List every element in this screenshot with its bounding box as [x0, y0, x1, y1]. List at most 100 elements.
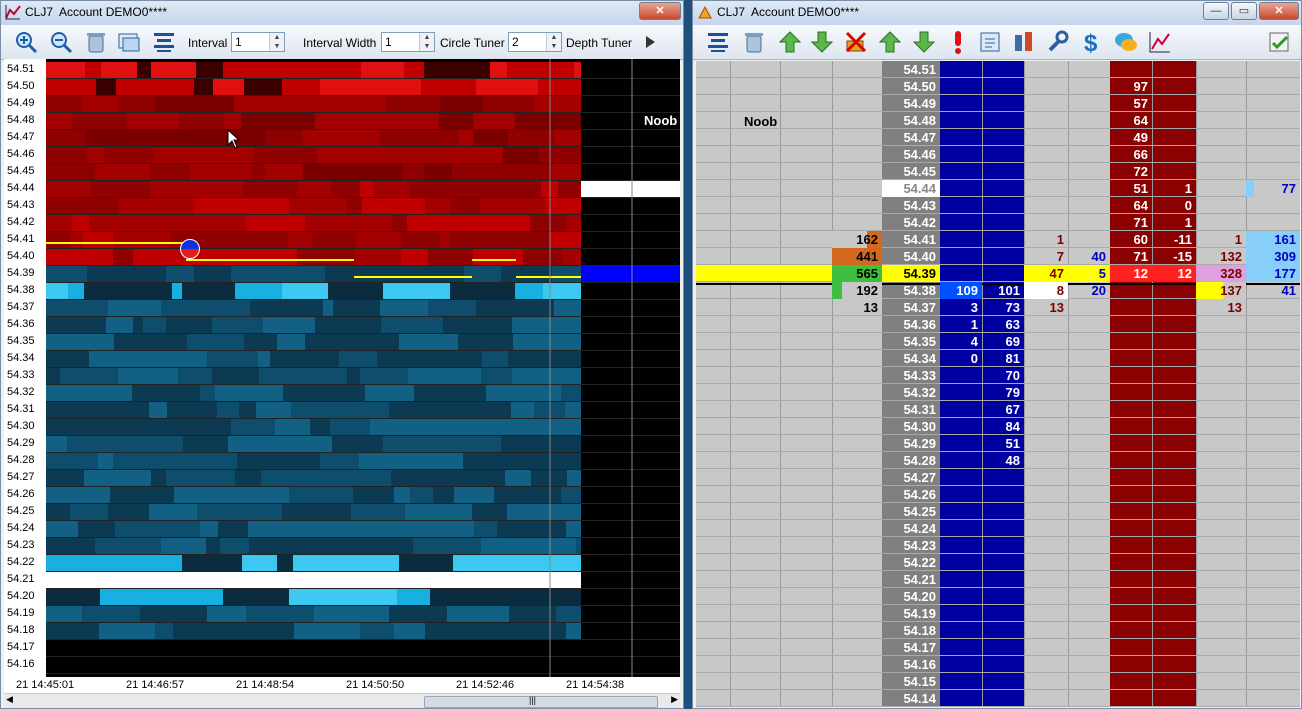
- ladder-bid-cell[interactable]: 51: [982, 435, 1024, 452]
- price-cell[interactable]: 54.25: [882, 503, 940, 520]
- scrollbar-thumb[interactable]: |||: [424, 695, 658, 708]
- ladder-vol-cell[interactable]: 192: [832, 282, 882, 299]
- ladder-bid-delta-cell[interactable]: 0: [940, 350, 982, 367]
- ladder-far-right-cell[interactable]: 77: [1246, 180, 1300, 197]
- ladder-ask-cell[interactable]: 97: [1110, 78, 1152, 95]
- price-cell[interactable]: 54.44: [882, 180, 940, 197]
- ladder-vol-cell[interactable]: 565: [832, 265, 882, 282]
- ladder-ask-cell[interactable]: 71: [1110, 214, 1152, 231]
- price-cell[interactable]: 54.33: [882, 367, 940, 384]
- price-cell[interactable]: 54.19: [882, 605, 940, 622]
- ladder-bid-delta-cell[interactable]: 1: [940, 316, 982, 333]
- price-cell[interactable]: 54.30: [882, 418, 940, 435]
- ladder-ask-delta-cell[interactable]: -11: [1152, 231, 1196, 248]
- align-center-icon[interactable]: [151, 29, 177, 55]
- price-cell[interactable]: 54.18: [882, 622, 940, 639]
- ladder-ask-delta-cell[interactable]: 0: [1152, 197, 1196, 214]
- depth-heatmap-chart[interactable]: 54.51 54.50 54.49 54.48 54.47 54.46 54.45 54.44…: [4, 59, 680, 677]
- ladder-bid-delta-cell[interactable]: 109: [940, 282, 982, 299]
- ladder-far-right-cell[interactable]: 161: [1246, 231, 1300, 248]
- price-cell[interactable]: 54.51: [882, 61, 940, 78]
- price-cell[interactable]: 54.45: [882, 163, 940, 180]
- ladder-ask-cell[interactable]: 51: [1110, 180, 1152, 197]
- ladder-buy-cell[interactable]: 20: [1068, 282, 1110, 299]
- ladder-bid-cell[interactable]: 70: [982, 367, 1024, 384]
- ladder-ask-cell[interactable]: 12: [1110, 265, 1152, 282]
- ladder-sell-cell[interactable]: 8: [1024, 282, 1068, 299]
- price-cell[interactable]: 54.23: [882, 537, 940, 554]
- ladder-bid-delta-cell[interactable]: 4: [940, 333, 982, 350]
- strategy-icon[interactable]: [1011, 29, 1037, 55]
- ladder-sell-cell[interactable]: 1: [1024, 231, 1068, 248]
- checklist-icon[interactable]: [1267, 29, 1293, 55]
- price-cell[interactable]: 54.36: [882, 316, 940, 333]
- price-cell[interactable]: 54.27: [882, 469, 940, 486]
- trash-icon[interactable]: [741, 29, 767, 55]
- maximize-button[interactable]: ▭: [1231, 2, 1257, 20]
- scroll-right-arrow-icon[interactable]: ▶: [671, 694, 678, 705]
- ladder-ask-cell[interactable]: 66: [1110, 146, 1152, 163]
- ladder-bid-cell[interactable]: 101: [982, 282, 1024, 299]
- price-cell[interactable]: 54.20: [882, 588, 940, 605]
- price-cell[interactable]: 54.34: [882, 350, 940, 367]
- price-cell[interactable]: 54.47: [882, 129, 940, 146]
- price-cell[interactable]: 54.32: [882, 384, 940, 401]
- ladder-right1-cell[interactable]: 1: [1196, 231, 1246, 248]
- price-cell[interactable]: 54.42: [882, 214, 940, 231]
- ladder-bid-cell[interactable]: 69: [982, 333, 1024, 350]
- ladder-close-button[interactable]: ✕: [1259, 2, 1299, 20]
- ladder-bid-cell[interactable]: 67: [982, 401, 1024, 418]
- ladder-titlebar[interactable]: CLJ7 Account DEMO0**** — ▭ ✕: [693, 1, 1301, 25]
- ladder-ask-cell[interactable]: 64: [1110, 197, 1152, 214]
- ladder-sell-cell[interactable]: 13: [1024, 299, 1068, 316]
- heatmap-titlebar[interactable]: CLJ7 Account DEMO0**** ✕: [1, 1, 683, 25]
- ladder-vol-cell[interactable]: 13: [832, 299, 882, 316]
- arrow-up-icon[interactable]: [777, 29, 803, 55]
- price-cell[interactable]: 54.15: [882, 673, 940, 690]
- price-cell[interactable]: 54.31: [882, 401, 940, 418]
- interval-spin-arrows-icon[interactable]: ▲ ▼: [269, 33, 284, 51]
- price-cell[interactable]: 54.46: [882, 146, 940, 163]
- interval-width-spin-arrows-icon[interactable]: ▲ ▼: [419, 33, 434, 51]
- ladder-vol-cell[interactable]: 441: [832, 248, 882, 265]
- ladder-ask-delta-cell[interactable]: 12: [1152, 265, 1196, 282]
- ladder-bid-cell[interactable]: 48: [982, 452, 1024, 469]
- ladder-right1-cell[interactable]: 13: [1196, 299, 1246, 316]
- price-cell[interactable]: 54.35: [882, 333, 940, 350]
- price-cell[interactable]: 54.37: [882, 299, 940, 316]
- price-cell[interactable]: 54.29: [882, 435, 940, 452]
- price-cell[interactable]: 54.49: [882, 95, 940, 112]
- price-cell[interactable]: 54.16: [882, 656, 940, 673]
- ladder-right1-cell[interactable]: 132: [1196, 248, 1246, 265]
- price-cell[interactable]: 54.50: [882, 78, 940, 95]
- zoom-in-icon[interactable]: [13, 29, 39, 55]
- ladder-vol-cell[interactable]: 162: [832, 231, 882, 248]
- price-cell[interactable]: 54.26: [882, 486, 940, 503]
- price-cell[interactable]: 54.28: [882, 452, 940, 469]
- ladder-right1-cell[interactable]: 328: [1196, 265, 1246, 282]
- cancel-orders-icon[interactable]: [843, 29, 869, 55]
- chart-icon[interactable]: [1147, 29, 1173, 55]
- ladder-ask-cell[interactable]: 60: [1110, 231, 1152, 248]
- ladder-bid-cell[interactable]: 81: [982, 350, 1024, 367]
- price-cell[interactable]: 54.24: [882, 520, 940, 537]
- ladder-bid-cell[interactable]: 73: [982, 299, 1024, 316]
- horizontal-scrollbar[interactable]: ◀ ||| ▶: [4, 693, 680, 708]
- ladder-far-right-cell[interactable]: 41: [1246, 282, 1300, 299]
- wrench-icon[interactable]: [1045, 29, 1071, 55]
- ladder-ask-delta-cell[interactable]: 1: [1152, 180, 1196, 197]
- ladder-sell-cell[interactable]: 47: [1024, 265, 1068, 282]
- price-cell[interactable]: 54.38: [882, 282, 940, 299]
- play-icon[interactable]: [641, 29, 659, 55]
- ladder-far-right-cell[interactable]: 309: [1246, 248, 1300, 265]
- ladder-bid-cell[interactable]: 84: [982, 418, 1024, 435]
- ladder-far-right-cell[interactable]: 177: [1246, 265, 1300, 282]
- ladder-ask-cell[interactable]: 71: [1110, 248, 1152, 265]
- ladder-ask-delta-cell[interactable]: -15: [1152, 248, 1196, 265]
- alert-icon[interactable]: [945, 29, 971, 55]
- ladder-sell-cell[interactable]: 7: [1024, 248, 1068, 265]
- reload-icon[interactable]: [977, 29, 1003, 55]
- center-ladder-icon[interactable]: [705, 29, 731, 55]
- arrow-down-icon[interactable]: [809, 29, 835, 55]
- ladder-ask-cell[interactable]: 57: [1110, 95, 1152, 112]
